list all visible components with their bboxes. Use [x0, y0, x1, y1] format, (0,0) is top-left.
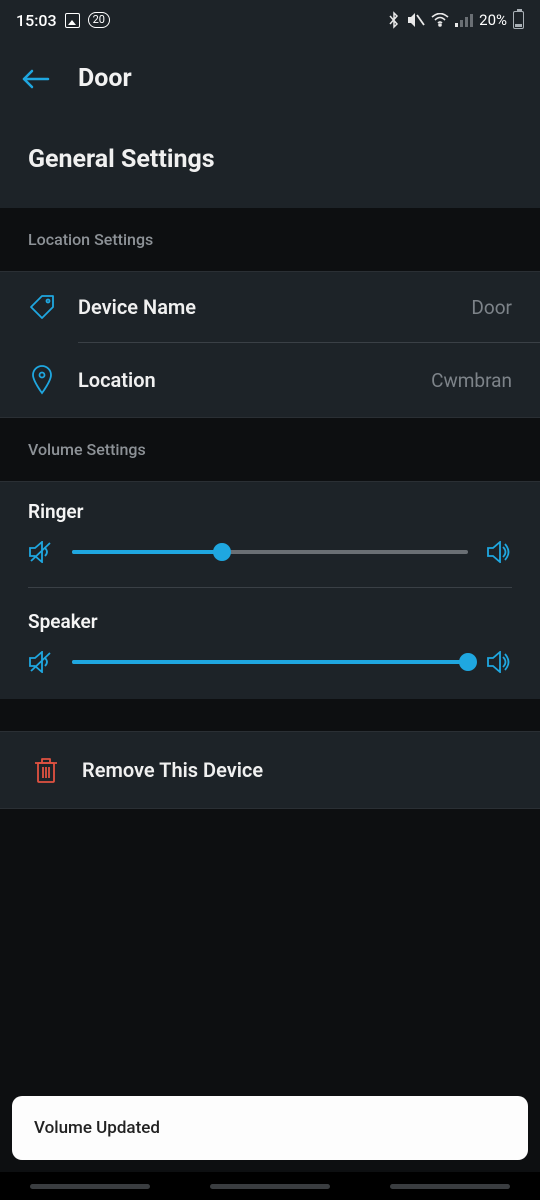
battery-icon: [513, 11, 524, 29]
nav-recents[interactable]: [30, 1184, 150, 1189]
android-nav-bar: [0, 1172, 540, 1200]
toast: Volume Updated: [12, 1096, 528, 1160]
volume-settings: Ringer Speaker: [0, 481, 540, 699]
ringer-label: Ringer: [28, 500, 512, 523]
volume-up-icon[interactable]: [486, 651, 512, 673]
device-name-label: Device Name: [78, 295, 196, 319]
volume-mute-icon[interactable]: [28, 541, 54, 563]
signal-icon: [455, 13, 473, 27]
ringer-slider-thumb[interactable]: [213, 543, 231, 561]
remove-device-row[interactable]: Remove This Device: [0, 731, 540, 809]
location-value: Cwmbran: [431, 369, 512, 392]
speaker-slider[interactable]: [72, 660, 468, 664]
notification-badge: 20: [88, 12, 110, 28]
speaker-label: Speaker: [28, 610, 512, 633]
location-row[interactable]: Location Cwmbran: [0, 343, 540, 417]
bluetooth-icon: [387, 11, 401, 29]
trash-icon: [34, 756, 58, 784]
nav-back[interactable]: [390, 1184, 510, 1189]
remove-device-label: Remove This Device: [82, 758, 263, 782]
ringer-slider-fill: [72, 550, 222, 554]
location-label: Location: [78, 368, 156, 392]
device-name-value: Door: [471, 296, 512, 319]
nav-home[interactable]: [210, 1184, 330, 1189]
status-time: 15:03: [16, 11, 57, 30]
header-title: Door: [78, 64, 132, 93]
page-title: General Settings: [0, 105, 540, 208]
device-name-row[interactable]: Device Name Door: [0, 272, 540, 342]
battery-percent: 20%: [479, 11, 507, 29]
volume-up-icon[interactable]: [486, 541, 512, 563]
location-settings-list: Device Name Door Location Cwmbran: [0, 271, 540, 418]
image-icon: [65, 13, 80, 28]
section-header-volume: Volume Settings: [0, 418, 540, 481]
tag-icon: [28, 294, 56, 320]
status-bar: 15:03 20 20%: [0, 0, 540, 40]
speaker-slider-thumb[interactable]: [459, 653, 477, 671]
wifi-icon: [431, 13, 449, 27]
toast-text: Volume Updated: [34, 1118, 160, 1138]
volume-mute-icon[interactable]: [28, 651, 54, 673]
location-pin-icon: [28, 365, 56, 395]
mute-icon: [407, 12, 425, 28]
speaker-slider-fill: [72, 660, 468, 664]
divider: [28, 587, 512, 588]
back-button[interactable]: [20, 67, 50, 91]
ringer-slider[interactable]: [72, 550, 468, 554]
section-header-location: Location Settings: [0, 208, 540, 271]
